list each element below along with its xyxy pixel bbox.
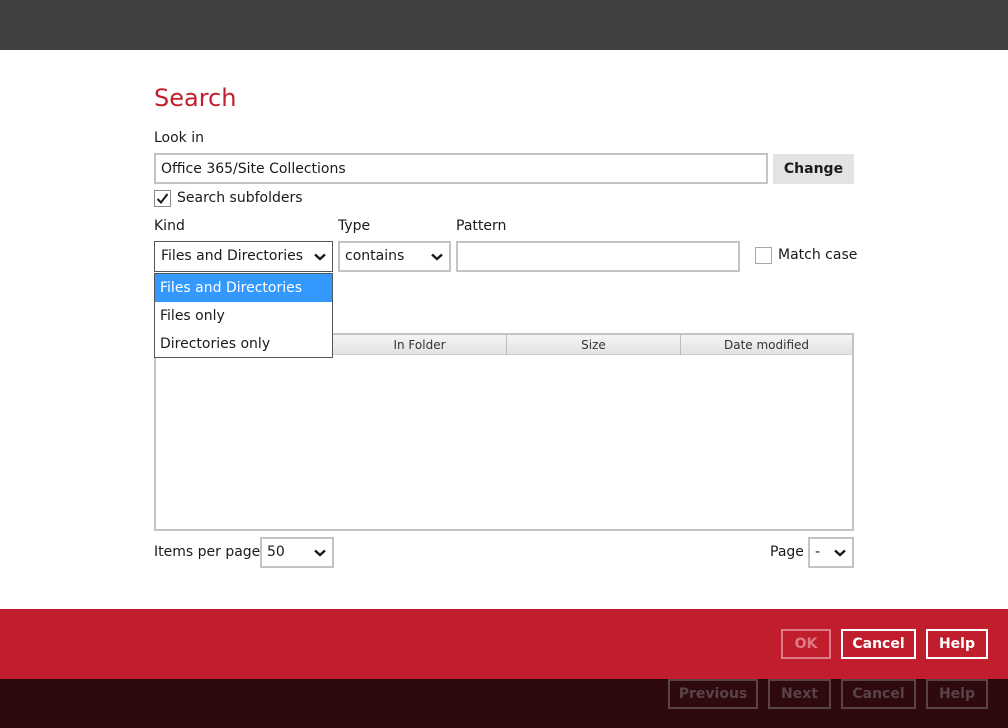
help-button[interactable]: Help [926,629,988,659]
column-header-size[interactable]: Size [506,335,680,355]
wizard-help-button[interactable]: Help [926,679,988,709]
items-per-page-label: Items per page [154,544,261,560]
kind-option-directories-only[interactable]: Directories only [155,330,332,358]
items-per-page-select[interactable]: 50 [260,537,334,568]
ok-button[interactable]: OK [781,629,831,659]
wizard-cancel-button[interactable]: Cancel [841,679,916,709]
results-table[interactable]: In Folder Size Date modified [154,333,854,531]
chevron-down-icon [313,539,327,566]
items-per-page-value: 50 [267,544,285,560]
kind-select-value: Files and Directories [161,248,303,264]
type-select-value: contains [345,248,405,264]
type-label: Type [338,218,371,234]
search-subfolders-label: Search subfolders [177,190,303,206]
type-select[interactable]: contains [338,241,451,272]
checkmark-icon [156,193,169,205]
column-header-date-modified[interactable]: Date modified [680,335,852,355]
kind-label: Kind [154,218,185,234]
page-select-value: - [815,544,821,560]
chevron-down-icon [313,242,327,271]
kind-select[interactable]: Files and Directories [154,241,333,272]
page-select[interactable]: - [808,537,854,568]
cancel-button[interactable]: Cancel [841,629,916,659]
chevron-down-icon [833,539,847,566]
top-bar [0,0,1008,50]
dialog-title: Search [154,84,237,112]
search-subfolders-checkbox[interactable] [154,190,171,207]
look-in-field[interactable] [154,153,768,184]
page-label: Page [770,544,804,560]
column-header-in-folder[interactable]: In Folder [332,335,506,355]
previous-button[interactable]: Previous [668,679,758,709]
kind-option-files-only[interactable]: Files only [155,302,332,330]
pattern-input[interactable] [456,241,740,272]
kind-option-files-and-directories[interactable]: Files and Directories [155,274,332,302]
kind-dropdown-list: Files and Directories Files only Directo… [154,273,333,358]
chevron-down-icon [430,243,444,270]
next-button[interactable]: Next [768,679,831,709]
match-case-label: Match case [778,247,858,263]
match-case-checkbox[interactable] [755,247,772,264]
pattern-label: Pattern [456,218,507,234]
look-in-label: Look in [154,130,205,146]
change-button[interactable]: Change [773,154,854,184]
